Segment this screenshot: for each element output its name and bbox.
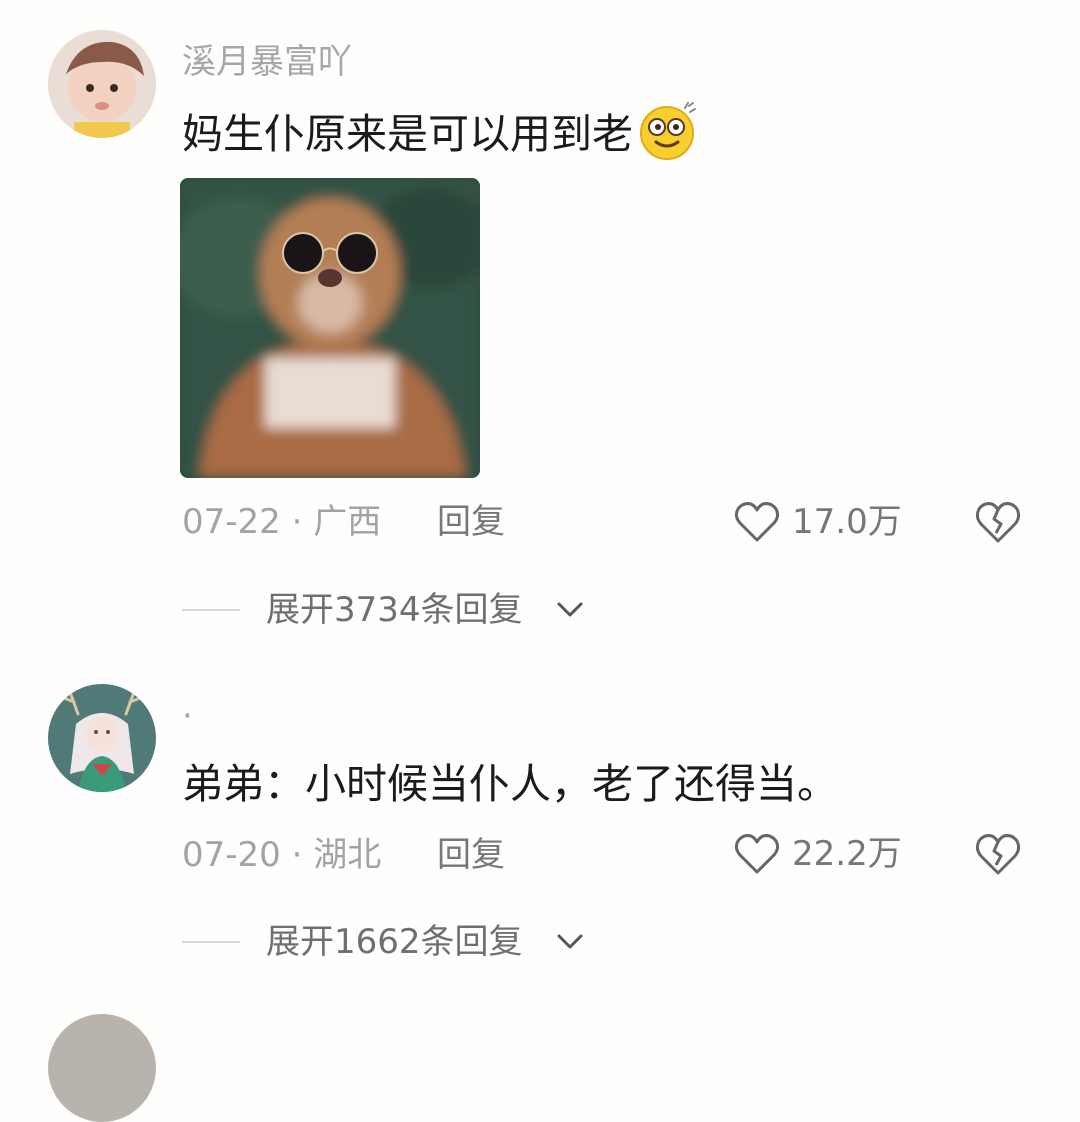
divider-line [182,941,240,943]
dislike-button[interactable] [974,499,1022,545]
comment-text: 弟弟：小时候当仆人，老了还得当。 [182,760,838,808]
avatar[interactable] [48,30,156,138]
broken-heart-icon [975,834,1021,875]
chevron-down-icon [557,602,583,617]
like-button[interactable]: 22.2万 [734,832,924,876]
comment-location: 湖北 [313,835,382,875]
heart-icon [734,834,780,874]
anime-character-avatar-image [48,684,156,792]
comment-location: 广西 [313,502,382,542]
avatar-partial[interactable] [48,1014,156,1122]
bear-with-sunglasses-image [180,178,480,478]
chevron-down-icon [557,934,583,949]
comment-date: 07-22 [182,502,281,542]
expand-replies-label: 展开1662条回复 [266,922,523,962]
bear-meme-image[interactable] [180,178,480,478]
heart-icon [734,502,780,542]
expand-replies-label: 展开3734条回复 [266,590,523,630]
expand-replies-button[interactable]: 展开1662条回复 [182,920,602,964]
comment-meta: 07-20 · 湖北 [182,835,381,875]
like-count: 17.0万 [792,502,902,542]
broken-heart-icon [975,502,1021,543]
meta-separator: · [291,835,303,875]
reply-button[interactable]: 回复 [437,835,505,875]
comment-text-content: 妈生仆原来是可以用到老 [182,110,633,158]
reply-button[interactable]: 回复 [437,502,505,542]
comment-date: 07-20 [182,835,281,875]
comment-meta: 07-22 · 广西 [182,502,381,542]
avatar[interactable] [48,684,156,792]
comment-text: 妈生仆原来是可以用到老 [182,102,699,172]
dislike-button[interactable] [974,831,1022,877]
divider-line [182,609,240,611]
child-avatar-image [48,30,156,138]
username[interactable]: 溪月暴富吖 [182,42,352,82]
expand-replies-button[interactable]: 展开3734条回复 [182,588,602,632]
username[interactable]: · [182,696,193,736]
like-count: 22.2万 [792,834,902,874]
meta-separator: · [291,502,303,542]
grinning-dizzy-face-emoji-icon [637,102,699,172]
like-button[interactable]: 17.0万 [734,500,924,544]
